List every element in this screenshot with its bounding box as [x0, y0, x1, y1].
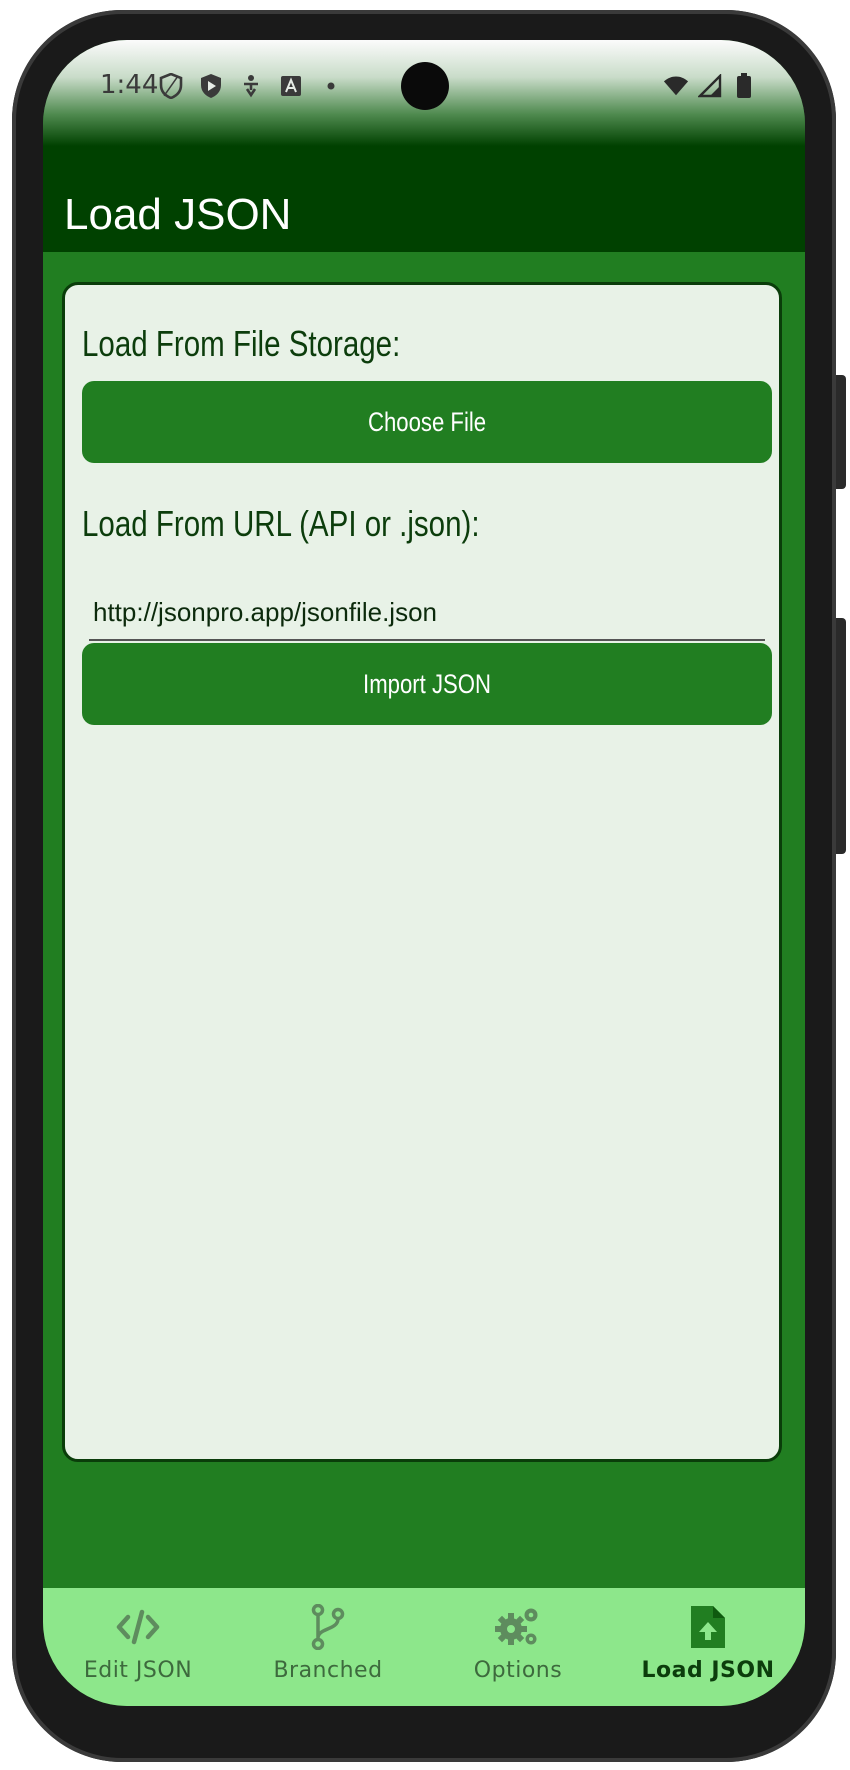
load-json-card: Load From File Storage: Choose File Load…: [62, 282, 782, 1462]
shield-play-icon: [198, 73, 224, 99]
accessibility-download-icon: [238, 73, 264, 99]
status-time: 1:44: [100, 70, 159, 100]
font-a-icon: [278, 73, 304, 99]
nav-label: Options: [473, 1658, 563, 1683]
choose-file-button[interactable]: Choose File: [82, 381, 772, 463]
phone-screen: 1:44 Load JSON Load From File Storage: C…: [43, 40, 805, 1706]
nav-label: Load JSON: [641, 1658, 775, 1683]
nav-item-branched[interactable]: Branched: [233, 1602, 423, 1702]
status-notification-icons: [158, 73, 344, 99]
front-camera: [401, 62, 449, 110]
signal-icon: [697, 73, 723, 99]
status-system-icons: [663, 73, 757, 99]
file-storage-label: Load From File Storage:: [82, 323, 401, 364]
gears-icon: [493, 1602, 543, 1652]
status-bar: 1:44: [43, 40, 805, 146]
code-icon: [113, 1602, 163, 1652]
wifi-icon: [663, 73, 689, 99]
power-button: [836, 375, 846, 489]
shield-outline-icon: [158, 73, 184, 99]
page-title: Load JSON: [64, 190, 292, 239]
battery-icon: [731, 73, 757, 99]
git-branch-icon: [303, 1602, 353, 1652]
choose-file-button-label: Choose File: [367, 406, 487, 437]
import-json-button[interactable]: Import JSON: [82, 643, 772, 725]
app-bar: Load JSON: [43, 146, 805, 252]
bottom-navigation: Edit JSON Branched Options Load JSON: [43, 1588, 805, 1706]
nav-label: Branched: [273, 1658, 383, 1683]
dot-icon: [318, 73, 344, 99]
nav-item-load-json[interactable]: Load JSON: [613, 1602, 803, 1702]
import-json-button-label: Import JSON: [363, 668, 491, 699]
volume-button: [836, 618, 846, 854]
file-upload-icon: [683, 1602, 733, 1652]
nav-item-options[interactable]: Options: [423, 1602, 613, 1702]
nav-label: Edit JSON: [83, 1658, 193, 1683]
url-label: Load From URL (API or .json):: [82, 503, 480, 544]
url-input[interactable]: [89, 585, 765, 641]
nav-item-edit-json[interactable]: Edit JSON: [43, 1602, 233, 1702]
